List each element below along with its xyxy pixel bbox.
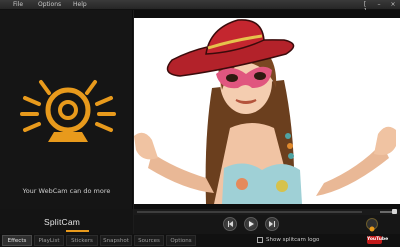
menu-help[interactable]: Help <box>73 0 87 10</box>
webcam-preview[interactable] <box>134 18 400 204</box>
tab-bar: Effects PlayList Stickers Snapshot Sourc… <box>0 234 400 247</box>
tab-sources[interactable]: Sources <box>134 235 164 246</box>
webcam-video-image <box>134 19 396 204</box>
snapshot-icon <box>369 226 375 232</box>
tab-stickers[interactable]: Stickers <box>66 235 98 246</box>
brand-name: SplitCam <box>44 217 81 227</box>
splitcam-logo: SplitCam <box>0 209 133 234</box>
previous-button[interactable] <box>223 217 237 231</box>
next-icon <box>269 221 275 227</box>
tab-snapshot[interactable]: Snapshot <box>100 235 132 246</box>
previous-icon <box>228 221 233 227</box>
snapshot-button[interactable] <box>366 218 378 232</box>
tagline: Your WebCam can do more <box>22 187 111 195</box>
restore-icon[interactable]: [ ] <box>362 1 368 15</box>
branding-panel: Your WebCam can do more <box>0 10 133 209</box>
brand-underline <box>66 230 89 232</box>
play-button[interactable] <box>244 217 258 231</box>
menu-options[interactable]: Options <box>38 0 61 10</box>
minimize-icon[interactable]: – <box>376 1 382 8</box>
webcam-icon <box>20 80 116 142</box>
tab-playlist[interactable]: PlayList <box>34 235 64 246</box>
play-icon <box>249 221 254 227</box>
menu-bar: File Options Help [ ] – × <box>0 0 400 15</box>
video-frame <box>134 10 400 209</box>
tab-options[interactable]: Options <box>166 235 196 246</box>
close-icon[interactable]: × <box>390 1 396 8</box>
playback-controls <box>134 215 400 234</box>
volume-knob[interactable] <box>392 209 397 214</box>
menu-file[interactable]: File <box>13 0 23 10</box>
show-logo-label: Show splitcam logo <box>266 237 320 243</box>
tab-effects[interactable]: Effects <box>2 235 32 246</box>
seek-track[interactable] <box>137 211 362 213</box>
show-logo-checkbox[interactable] <box>257 237 263 243</box>
youtube-badge[interactable]: YouTube <box>367 236 388 244</box>
window-controls: [ ] – × <box>362 1 396 15</box>
next-button[interactable] <box>265 217 279 231</box>
